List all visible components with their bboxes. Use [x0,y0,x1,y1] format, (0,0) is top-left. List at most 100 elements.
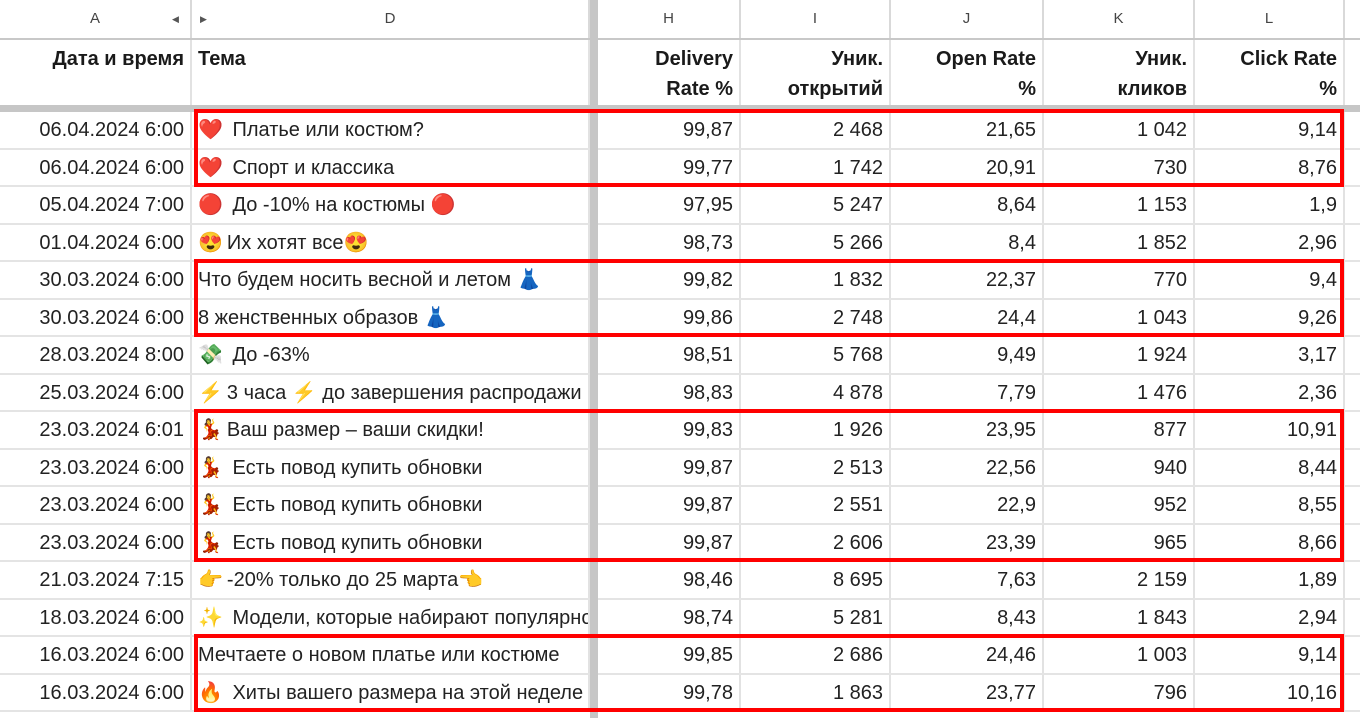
partial-column-cell[interactable] [1345,262,1360,298]
click-rate-cell[interactable]: 9,14 [1195,112,1345,148]
header-unique-clicks[interactable]: Уник. кликов [1044,40,1195,105]
open-rate-cell[interactable]: 22,9 [891,487,1044,523]
column-letter-d[interactable]: D [192,0,590,38]
click-rate-cell[interactable]: 10,91 [1195,412,1345,448]
column-letter-l[interactable]: L [1195,0,1345,38]
date-cell[interactable]: 01.04.2024 6:00 [0,224,192,260]
subject-cell[interactable]: ❤️ Спорт и классика [192,149,590,185]
date-cell[interactable]: 30.03.2024 6:00 [0,262,192,298]
click-rate-cell[interactable]: 2,96 [1195,224,1345,260]
click-rate-cell[interactable]: 2,36 [1195,374,1345,410]
subject-cell[interactable]: 💃 Ваш размер – ваши скидки! [192,412,590,448]
delivery-rate-cell[interactable]: 98,83 [598,374,741,410]
open-rate-cell[interactable]: 23,39 [891,524,1044,560]
unique-clicks-cell[interactable]: 1 153 [1044,187,1195,223]
delivery-rate-cell[interactable]: 97,95 [598,187,741,223]
header-subject[interactable]: Тема [192,40,590,105]
open-rate-cell[interactable]: 7,63 [891,562,1044,598]
unique-clicks-cell[interactable]: 1 924 [1044,337,1195,373]
delivery-rate-cell[interactable]: 99,87 [598,524,741,560]
frozen-rows-divider[interactable] [0,105,1360,112]
subject-cell[interactable]: 🔥 Хиты вашего размера на этой неделе [192,674,590,710]
partial-column-cell[interactable] [1345,337,1360,373]
partial-column-cell[interactable] [1345,150,1360,186]
click-rate-cell[interactable]: 8,76 [1195,149,1345,185]
subject-cell[interactable]: 8 женственных образов 👗 [192,299,590,335]
open-rate-cell[interactable]: 7,79 [891,374,1044,410]
partial-column-cell[interactable] [1345,487,1360,523]
date-cell[interactable]: 23.03.2024 6:01 [0,412,192,448]
unique-clicks-cell[interactable]: 730 [1044,149,1195,185]
partial-column-cell[interactable] [1345,412,1360,448]
unique-clicks-cell[interactable]: 1 476 [1044,374,1195,410]
partial-column-cell[interactable] [1345,525,1360,561]
open-rate-cell[interactable]: 8,4 [891,224,1044,260]
unique-clicks-cell[interactable]: 1 003 [1044,637,1195,673]
column-letter-i[interactable]: I [741,0,891,38]
column-letter-a[interactable]: A [0,0,192,38]
unique-opens-cell[interactable]: 2 686 [741,637,891,673]
frozen-columns-divider[interactable] [590,0,598,718]
unique-opens-cell[interactable]: 1 863 [741,674,891,710]
date-cell[interactable]: 21.03.2024 7:15 [0,562,192,598]
date-cell[interactable]: 28.03.2024 8:00 [0,337,192,373]
subject-cell[interactable]: Мечтаете о новом платье или костюме [192,637,590,673]
unique-clicks-cell[interactable]: 770 [1044,262,1195,298]
unique-clicks-cell[interactable]: 796 [1044,674,1195,710]
date-cell[interactable]: 18.03.2024 6:00 [0,599,192,635]
delivery-rate-cell[interactable]: 98,51 [598,337,741,373]
click-rate-cell[interactable]: 1,89 [1195,562,1345,598]
unique-clicks-cell[interactable]: 2 159 [1044,562,1195,598]
delivery-rate-cell[interactable]: 99,83 [598,412,741,448]
date-cell[interactable]: 16.03.2024 6:00 [0,637,192,673]
date-cell[interactable]: 30.03.2024 6:00 [0,299,192,335]
delivery-rate-cell[interactable]: 99,78 [598,674,741,710]
partial-column-cell[interactable] [1345,600,1360,636]
header-unique-opens[interactable]: Уник. открытий [741,40,891,105]
click-rate-cell[interactable]: 9,26 [1195,299,1345,335]
click-rate-cell[interactable]: 9,4 [1195,262,1345,298]
subject-cell[interactable]: ❤️ Платье или костюм? [192,112,590,148]
open-rate-cell[interactable]: 20,91 [891,149,1044,185]
subject-cell[interactable]: 💃 Есть повод купить обновки [192,449,590,485]
unique-opens-cell[interactable]: 1 832 [741,262,891,298]
unique-clicks-cell[interactable]: 1 843 [1044,599,1195,635]
delivery-rate-cell[interactable]: 99,77 [598,149,741,185]
column-letter-k[interactable]: K [1044,0,1195,38]
unique-clicks-cell[interactable]: 1 852 [1044,224,1195,260]
click-rate-cell[interactable]: 8,44 [1195,449,1345,485]
partial-column-cell[interactable] [1345,562,1360,598]
open-rate-cell[interactable]: 24,46 [891,637,1044,673]
subject-cell[interactable]: ⚡ 3 часа ⚡ до завершения распродажи [192,374,590,410]
unique-clicks-cell[interactable]: 965 [1044,524,1195,560]
date-cell[interactable]: 23.03.2024 6:00 [0,524,192,560]
subject-cell[interactable]: 💃 Есть повод купить обновки [192,524,590,560]
collapse-left-arrow-icon[interactable]: ◀ [172,14,179,25]
open-rate-cell[interactable]: 24,4 [891,299,1044,335]
unique-opens-cell[interactable]: 8 695 [741,562,891,598]
partial-column-cell[interactable] [1345,112,1360,148]
column-letter-j[interactable]: J [891,0,1044,38]
open-rate-cell[interactable]: 23,77 [891,674,1044,710]
column-letter-h[interactable]: H [598,0,741,38]
click-rate-cell[interactable]: 8,66 [1195,524,1345,560]
unique-opens-cell[interactable]: 5 266 [741,224,891,260]
subject-cell[interactable]: 😍 Их хотят все😍 [192,224,590,260]
date-cell[interactable]: 23.03.2024 6:00 [0,449,192,485]
partial-column-cell[interactable] [1345,300,1360,336]
date-cell[interactable]: 25.03.2024 6:00 [0,374,192,410]
header-delivery-rate[interactable]: Delivery Rate % [598,40,741,105]
subject-cell[interactable]: ✨ Модели, которые набирают популярность [192,599,590,635]
unique-opens-cell[interactable]: 1 926 [741,412,891,448]
subject-cell[interactable]: Что будем носить весной и летом 👗 [192,262,590,298]
unique-clicks-cell[interactable]: 1 043 [1044,299,1195,335]
open-rate-cell[interactable]: 21,65 [891,112,1044,148]
unique-opens-cell[interactable]: 2 468 [741,112,891,148]
unique-opens-cell[interactable]: 5 768 [741,337,891,373]
open-rate-cell[interactable]: 8,43 [891,599,1044,635]
header-date[interactable]: Дата и время [0,40,192,105]
open-rate-cell[interactable]: 9,49 [891,337,1044,373]
delivery-rate-cell[interactable]: 98,74 [598,599,741,635]
delivery-rate-cell[interactable]: 98,46 [598,562,741,598]
unique-opens-cell[interactable]: 2 748 [741,299,891,335]
